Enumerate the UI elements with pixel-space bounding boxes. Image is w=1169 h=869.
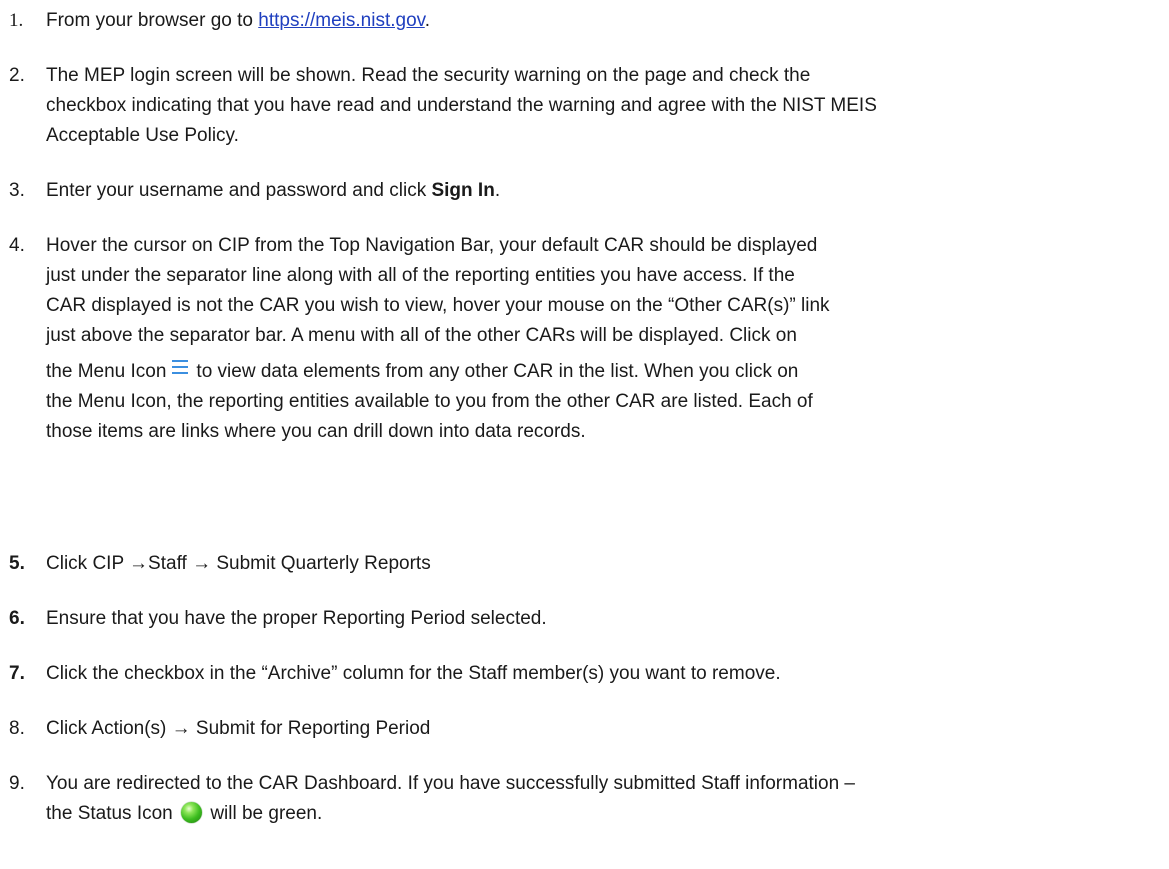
step-text: You are redirected to the CAR Dashboard.… [46,773,855,824]
step-text: Hover the cursor on CIP from the Top Nav… [46,235,830,442]
step-number: 3. [9,180,25,201]
step-text: The MEP login screen will be shown. Read… [46,65,877,146]
step-text: From your browser go to https://meis.nis… [46,10,431,31]
step-5: 5. Click CIP →Staff → Submit Quarterly R… [9,549,1159,579]
step-7: 7. Click the checkbox in the “Archive” c… [9,659,1159,689]
step-text: Click Action(s) → Submit for Reporting P… [46,718,431,739]
step-text: Ensure that you have the proper Reportin… [46,608,547,629]
menu-icon [172,360,189,374]
step-6: 6. Ensure that you have the proper Repor… [9,604,1159,634]
step-number: 8. [9,718,25,739]
step-text: Click CIP →Staff → Submit Quarterly Repo… [46,553,431,574]
meis-link[interactable]: https://meis.nist.gov [258,10,425,31]
step-number: 4. [9,235,25,256]
step-number: 5. [9,553,25,574]
step-text: Click the checkbox in the “Archive” colu… [46,663,781,684]
instructions-document: 1. From your browser go to https://meis.… [0,0,1169,869]
step-9: 9. You are redirected to the CAR Dashboa… [9,769,1159,829]
status-icon [181,802,203,823]
step-text: Enter your username and password and cli… [46,180,501,201]
step-number: 2. [9,65,25,86]
step-number: 7. [9,663,25,684]
step-number: 1. [9,10,24,31]
step-3: 3. Enter your username and password and … [9,176,1159,206]
step-1: 1. From your browser go to https://meis.… [9,6,1159,36]
step-4: 4. Hover the cursor on CIP from the Top … [9,231,1159,447]
step-8: 8. Click Action(s) → Submit for Reportin… [9,714,1159,744]
step-number: 6. [9,608,25,629]
step-2: 2. The MEP login screen will be shown. R… [9,61,1159,151]
sign-in-label: Sign In [431,180,495,201]
step-number: 9. [9,773,25,794]
